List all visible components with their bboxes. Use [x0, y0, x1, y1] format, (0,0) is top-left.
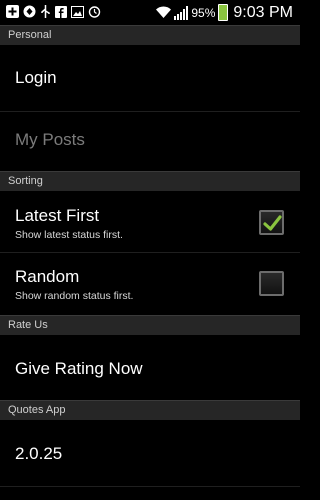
random-title: Random: [15, 267, 80, 286]
my-posts-title: My Posts: [15, 130, 85, 149]
version-title: 2.0.25: [15, 444, 63, 463]
facebook-icon: [55, 5, 67, 20]
version-row: 2.0.25: [0, 420, 300, 486]
random-row[interactable]: Random Show random status first.: [0, 253, 300, 314]
section-header-personal: Personal: [0, 25, 300, 45]
wifi-icon: [156, 6, 172, 20]
section-header-quotes-app: Quotes App: [0, 400, 300, 420]
signal-icon: [174, 5, 189, 20]
section-header-sorting: Sorting: [0, 171, 300, 191]
random-summary: Show random status first.: [15, 290, 134, 302]
give-rating-row[interactable]: Give Rating Now: [0, 335, 300, 400]
alarm-icon: [88, 5, 101, 20]
give-rating-title: Give Rating Now: [15, 359, 143, 378]
checkmark-icon: [263, 215, 282, 231]
random-checkbox[interactable]: [259, 271, 284, 296]
section-header-rate-us: Rate Us: [0, 315, 300, 335]
latest-first-row[interactable]: Latest First Show latest status first.: [0, 191, 300, 252]
status-time: 9:03 PM: [233, 3, 293, 21]
login-title: Login: [15, 68, 57, 87]
sync-icon: [23, 5, 36, 20]
latest-first-summary: Show latest status first.: [15, 229, 123, 241]
image-icon: [71, 5, 84, 20]
usb-icon: [40, 5, 51, 20]
my-posts-row: My Posts: [0, 112, 300, 171]
battery-icon: [218, 4, 229, 21]
latest-first-title: Latest First: [15, 206, 100, 225]
login-row[interactable]: Login: [0, 45, 300, 111]
battery-percent: 95%: [191, 5, 216, 20]
divider: [0, 486, 300, 487]
latest-first-checkbox[interactable]: [259, 210, 284, 235]
status-bar: 95% 9:03 PM: [0, 0, 300, 25]
plus-icon: [6, 5, 19, 20]
